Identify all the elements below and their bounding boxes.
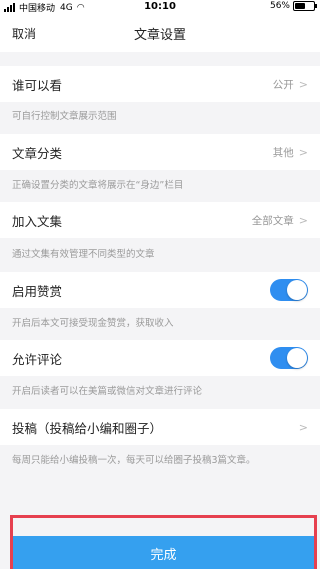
setting-label: 启用赞赏 (12, 283, 63, 299)
nav-bar: 取消 文章设置 (0, 14, 320, 52)
done-highlight-frame: 完成 (10, 515, 317, 569)
done-button-label: 完成 (150, 547, 177, 563)
chevron-right-icon: > (298, 213, 308, 227)
setting-description: 开启后本文可接受现金赞赏，获取收入 (12, 318, 174, 329)
setting-label: 投稿（投稿给小编和圈子） (12, 420, 163, 436)
chevron-right-icon: > (298, 145, 308, 159)
battery-icon (293, 1, 317, 11)
setting-right: > (299, 421, 308, 434)
status-right: 56% (269, 1, 317, 11)
chevron-right-icon: > (298, 77, 308, 91)
setting-label: 允许评论 (12, 351, 63, 367)
setting-label: 谁可以看 (12, 77, 63, 93)
setting-right (270, 279, 308, 301)
reward-toggle[interactable] (270, 279, 308, 301)
setting-description: 正确设置分类的文章将展示在“身边”栏目 (12, 180, 184, 191)
battery-percent: 56% (269, 1, 290, 11)
setting-description: 开启后读者可以在美篇或微信对文章进行评论 (12, 386, 203, 397)
setting-row-submission[interactable]: 投稿（投稿给小编和圈子） > (0, 409, 320, 445)
status-bar: 中国移动 4G ◠ 10:10 56% (0, 0, 320, 14)
chevron-right-icon: > (298, 420, 308, 434)
setting-value: 全部文章 (251, 214, 294, 227)
setting-label: 加入文集 (12, 213, 63, 229)
setting-row-reward: 启用赞赏 (0, 272, 320, 308)
setting-right (270, 347, 308, 369)
setting-right: 其他 > (273, 145, 308, 160)
setting-row-visibility[interactable]: 谁可以看 公开 > (0, 66, 320, 102)
setting-right: 公开 > (273, 77, 308, 92)
setting-right: 全部文章 > (252, 213, 308, 228)
setting-row-collection[interactable]: 加入文集 全部文章 > (0, 202, 320, 238)
setting-value: 公开 (272, 78, 294, 91)
setting-label: 文章分类 (12, 145, 63, 161)
toggle-knob (287, 280, 307, 300)
setting-row-comments: 允许评论 (0, 340, 320, 376)
done-button[interactable]: 完成 (13, 536, 314, 569)
setting-row-category[interactable]: 文章分类 其他 > (0, 134, 320, 170)
setting-description: 可自行控制文章展示范围 (12, 111, 117, 122)
battery-fill (295, 3, 306, 9)
setting-value: 其他 (272, 146, 294, 159)
setting-description: 通过文集有效管理不同类型的文章 (12, 249, 155, 260)
comments-toggle[interactable] (270, 347, 308, 369)
page-title: 文章设置 (133, 28, 186, 43)
toggle-knob (287, 348, 307, 368)
setting-description: 每周只能给小编投稿一次，每天可以给圈子投稿3篇文章。 (12, 455, 256, 466)
